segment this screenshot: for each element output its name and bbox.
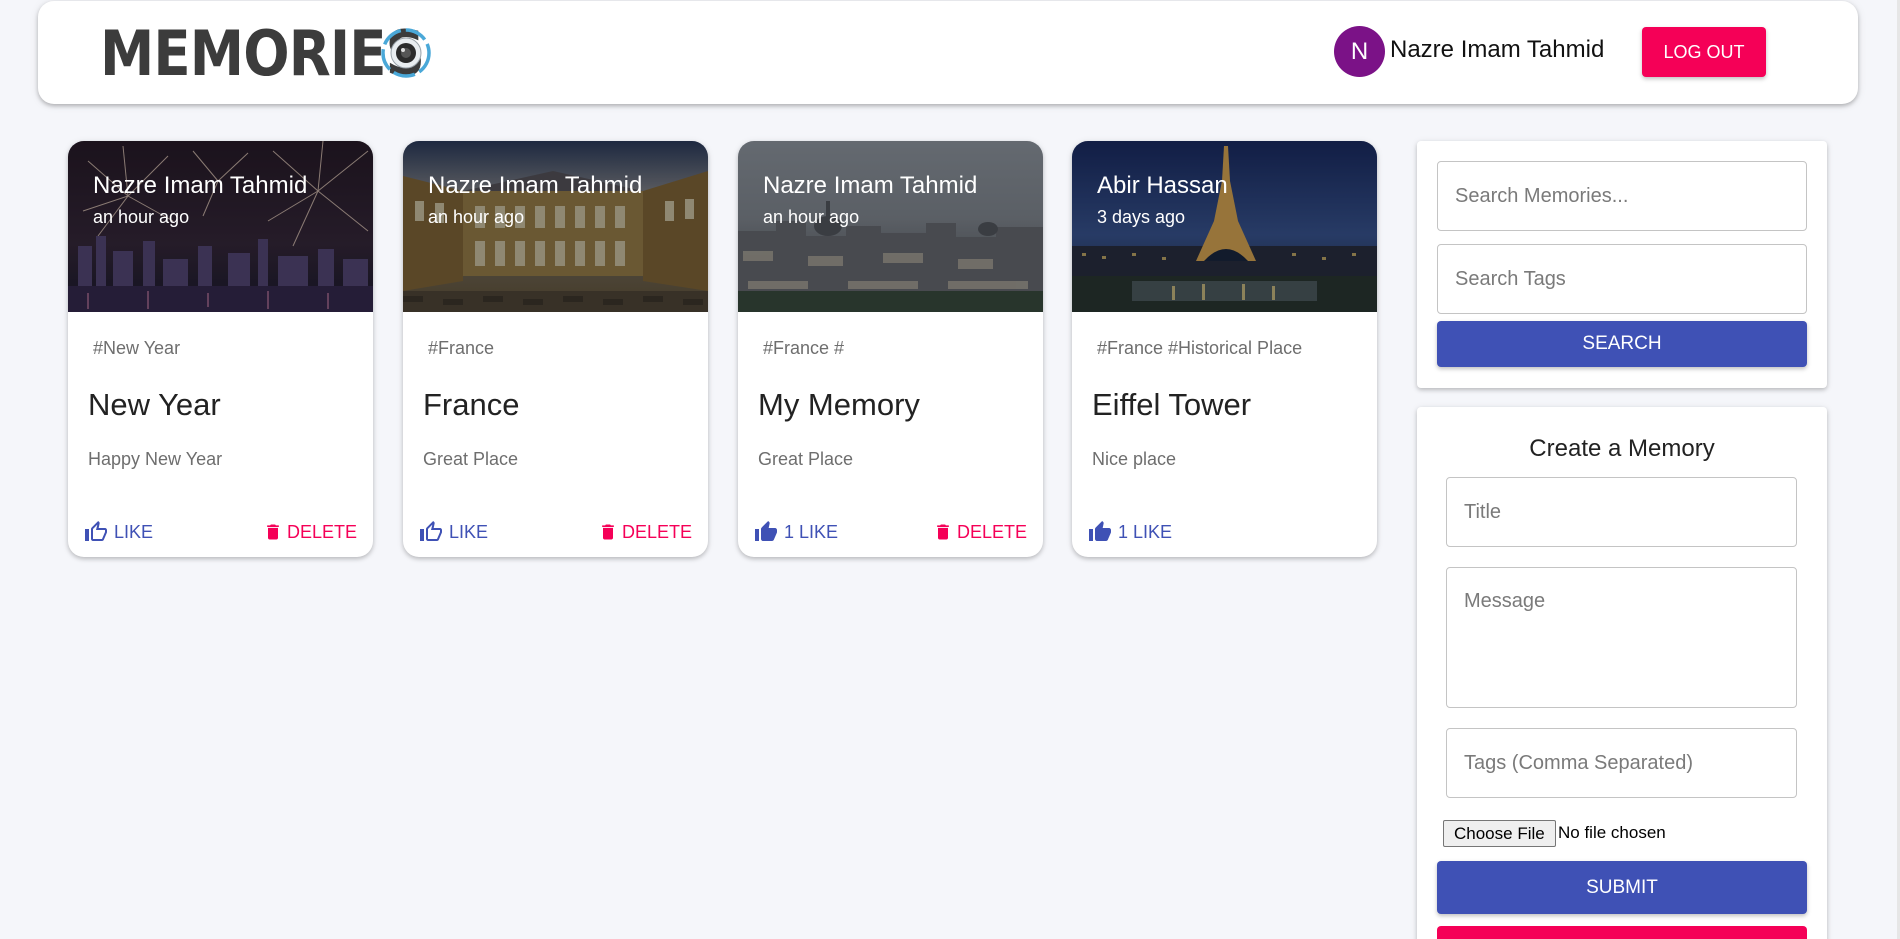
file-status: No file chosen — [1558, 823, 1666, 842]
app-bar: Memories N Nazre Imam Tahmid Log out — [38, 1, 1858, 104]
trash-icon — [937, 524, 949, 540]
post-card: Nazre Imam Tahmid an hour ago #France Fr… — [403, 141, 708, 557]
clear-button[interactable] — [1437, 926, 1807, 939]
brand-title[interactable]: Memories — [100, 19, 425, 89]
like-button[interactable]: Like — [84, 515, 153, 549]
like-label: 1 Like — [1118, 521, 1173, 542]
search-tags-input[interactable] — [1437, 244, 1807, 314]
thumb-up-outline-icon — [85, 521, 107, 541]
post-time: an hour ago — [763, 207, 860, 227]
submit-button[interactable]: Submit — [1437, 861, 1807, 914]
post-author: Nazre Imam Tahmid — [428, 172, 643, 199]
choose-file-button[interactable]: Choose File — [1443, 820, 1556, 847]
post-card: Nazre Imam Tahmid an hour ago #New Year … — [68, 141, 373, 557]
post-message: Nice place — [1092, 449, 1177, 469]
logout-button[interactable]: Log out — [1642, 27, 1766, 77]
search-memories-input[interactable] — [1437, 161, 1807, 231]
delete-button[interactable]: Delete — [598, 515, 692, 549]
post-card: Nazre Imam Tahmid an hour ago #France # … — [738, 141, 1043, 557]
post-title: Eiffel Tower — [1092, 387, 1252, 422]
trash-icon — [602, 524, 614, 540]
camera-lens-icon — [381, 28, 431, 78]
post-title: France — [423, 387, 520, 422]
create-memory-form: Create a Memory Choose File No file chos… — [1417, 407, 1827, 939]
post-time: an hour ago — [428, 207, 525, 227]
delete-label: Delete — [286, 521, 357, 542]
post-author: Nazre Imam Tahmid — [93, 172, 308, 199]
delete-label: Delete — [621, 521, 692, 542]
like-label: Like — [449, 521, 489, 542]
post-title: New Year — [88, 387, 221, 422]
search-button[interactable]: Search — [1437, 321, 1807, 367]
post-time: 3 days ago — [1097, 207, 1186, 227]
post-tags: #France #Historical Place — [1097, 338, 1303, 358]
like-button[interactable]: 1 Like — [754, 515, 838, 549]
trash-icon — [267, 524, 279, 540]
post-message: Great Place — [758, 449, 854, 469]
like-button[interactable]: 1 Like — [1088, 515, 1172, 549]
user-avatar: N — [1334, 26, 1385, 77]
user-name: Nazre Imam Tahmid — [1390, 36, 1605, 63]
delete-button[interactable]: Delete — [933, 515, 1027, 549]
post-tags: #New Year — [93, 338, 181, 358]
post-tags: #France # — [763, 338, 845, 358]
post-author: Nazre Imam Tahmid — [763, 172, 978, 199]
thumb-up-outline-icon — [420, 521, 442, 541]
delete-label: Delete — [956, 521, 1027, 542]
post-message: Happy New Year — [88, 449, 223, 469]
post-title: My Memory — [758, 387, 920, 422]
post-tags: #France — [428, 338, 495, 358]
thumb-up-filled-icon — [1089, 521, 1111, 541]
tags-input[interactable] — [1446, 728, 1797, 798]
post-message: Great Place — [423, 449, 519, 469]
post-time: an hour ago — [93, 207, 190, 227]
like-button[interactable]: Like — [419, 515, 488, 549]
post-author: Abir Hassan — [1097, 172, 1228, 199]
thumb-up-filled-icon — [755, 521, 777, 541]
like-label: Like — [114, 521, 154, 542]
search-panel: Search — [1417, 141, 1827, 388]
message-textarea[interactable] — [1446, 567, 1797, 708]
form-heading: Create a Memory — [1529, 435, 1715, 462]
title-input[interactable] — [1446, 477, 1797, 547]
like-label: 1 Like — [784, 521, 839, 542]
post-card: Abir Hassan 3 days ago #France #Historic… — [1072, 141, 1377, 557]
delete-button[interactable]: Delete — [263, 515, 357, 549]
